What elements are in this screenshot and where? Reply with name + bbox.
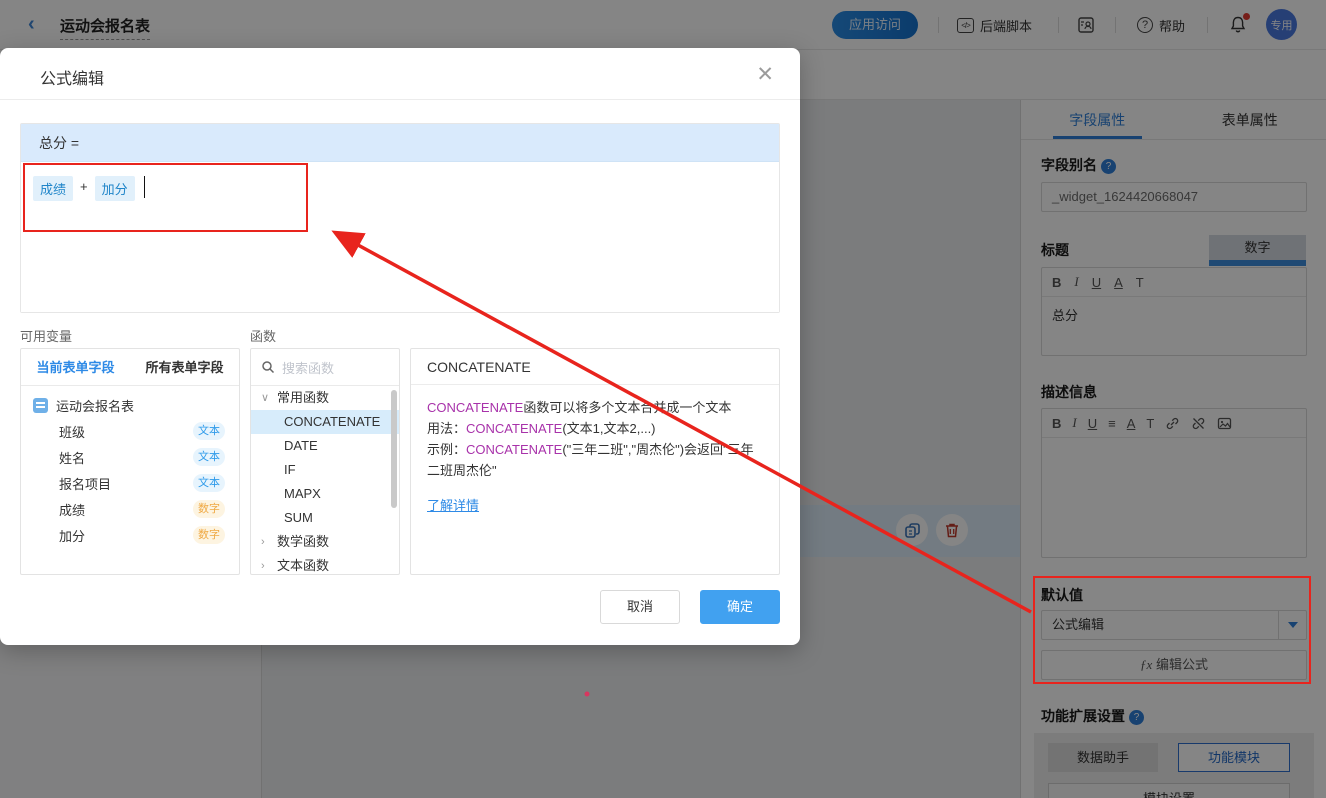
function-item[interactable]: DATE bbox=[251, 434, 399, 458]
variable-row[interactable]: 成绩 数字 bbox=[21, 496, 239, 522]
group-text-functions[interactable]: › 文本函数 bbox=[251, 554, 399, 575]
operator: + bbox=[80, 176, 88, 194]
variable-row[interactable]: 姓名 文本 bbox=[21, 444, 239, 470]
variables-box: 当前表单字段 所有表单字段 运动会报名表 班级 文本 姓名 文本 报名项目 bbox=[20, 348, 240, 575]
function-item[interactable]: MAPX bbox=[251, 482, 399, 506]
description-line: CONCATENATE函数可以将多个文本合并成一个文本 bbox=[427, 397, 763, 418]
function-name: CONCATENATE bbox=[411, 349, 779, 385]
chevron-right-icon: › bbox=[261, 530, 271, 554]
variable-row[interactable]: 报名项目 文本 bbox=[21, 470, 239, 496]
close-icon[interactable]: ✕ bbox=[756, 62, 774, 87]
group-math-functions[interactable]: › 数学函数 bbox=[251, 530, 399, 554]
variables-tabs: 当前表单字段 所有表单字段 bbox=[21, 349, 239, 386]
formula-editor: 总分 = 成绩 + 加分 bbox=[20, 123, 780, 313]
field-token[interactable]: 加分 bbox=[95, 176, 135, 201]
function-item[interactable]: IF bbox=[251, 458, 399, 482]
form-icon bbox=[33, 398, 48, 413]
type-badge: 数字 bbox=[193, 500, 225, 518]
chevron-down-icon: ∨ bbox=[261, 386, 271, 410]
functions-label: 函数 bbox=[250, 326, 276, 345]
app-root: ‹ 运动会报名表 应用访问 </> 后端脚本 ? 帮助 bbox=[0, 0, 1326, 798]
variable-row[interactable]: 班级 文本 bbox=[21, 418, 239, 444]
functions-box: 搜索函数 ∨ 常用函数 CONCATENATE DATE IF MAPX SUM… bbox=[250, 348, 400, 575]
function-description-box: CONCATENATE CONCATENATE函数可以将多个文本合并成一个文本 … bbox=[410, 348, 780, 575]
type-badge: 文本 bbox=[193, 422, 225, 440]
example-line: 示例：CONCATENATE("三年二班","周杰伦")会返回"三年二班周杰伦" bbox=[427, 439, 763, 481]
modal-header: 公式编辑 ✕ bbox=[0, 48, 800, 100]
field-token[interactable]: 成绩 bbox=[33, 176, 73, 201]
modal-title: 公式编辑 bbox=[40, 65, 104, 89]
cancel-button[interactable]: 取消 bbox=[600, 590, 680, 624]
form-node[interactable]: 运动会报名表 bbox=[21, 392, 239, 418]
function-search[interactable]: 搜索函数 bbox=[251, 349, 399, 386]
scrollbar-thumb[interactable] bbox=[391, 390, 397, 508]
search-placeholder: 搜索函数 bbox=[282, 358, 334, 377]
function-item-selected[interactable]: CONCATENATE bbox=[251, 410, 399, 434]
function-list: ∨ 常用函数 CONCATENATE DATE IF MAPX SUM › 数学… bbox=[251, 386, 399, 575]
tab-current-form-fields[interactable]: 当前表单字段 bbox=[21, 349, 130, 385]
confirm-button[interactable]: 确定 bbox=[700, 590, 780, 624]
learn-more-link[interactable]: 了解详情 bbox=[427, 495, 479, 516]
usage-line: 用法：CONCATENATE(文本1,文本2,...) bbox=[427, 418, 763, 439]
type-badge: 数字 bbox=[193, 526, 225, 544]
formula-target-bar: 总分 = bbox=[21, 124, 779, 162]
type-badge: 文本 bbox=[193, 474, 225, 492]
function-item[interactable]: SUM bbox=[251, 506, 399, 530]
tab-all-form-fields[interactable]: 所有表单字段 bbox=[130, 349, 239, 385]
search-icon bbox=[261, 360, 275, 374]
variables-label: 可用变量 bbox=[20, 326, 72, 345]
formula-input-area[interactable]: 成绩 + 加分 bbox=[21, 162, 779, 312]
chevron-right-icon: › bbox=[261, 554, 271, 575]
formula-editor-modal: 公式编辑 ✕ 总分 = 成绩 + 加分 可用变量 函数 当前表单字段 所有表单字… bbox=[0, 48, 800, 645]
type-badge: 文本 bbox=[193, 448, 225, 466]
group-common-functions[interactable]: ∨ 常用函数 bbox=[251, 386, 399, 410]
text-cursor bbox=[144, 176, 146, 198]
variables-tree: 运动会报名表 班级 文本 姓名 文本 报名项目 文本 成绩 数字 bbox=[21, 386, 239, 548]
function-description: CONCATENATE函数可以将多个文本合并成一个文本 用法：CONCATENA… bbox=[411, 385, 779, 528]
variable-row[interactable]: 加分 数字 bbox=[21, 522, 239, 548]
